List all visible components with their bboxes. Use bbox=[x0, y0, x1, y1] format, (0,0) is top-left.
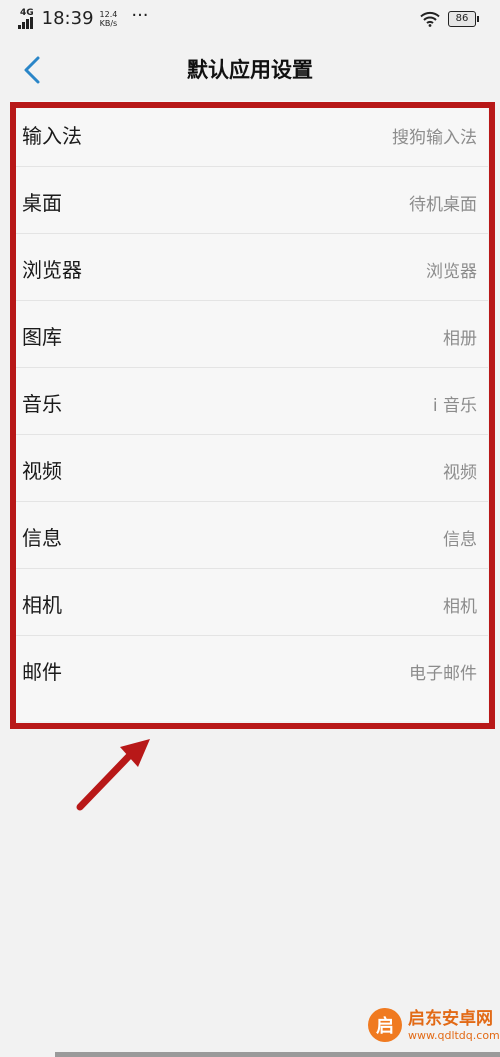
nav-bar: 默认应用设置 bbox=[0, 40, 500, 100]
speed-unit: KB/s bbox=[99, 18, 118, 28]
row-label: 视频 bbox=[22, 459, 62, 483]
row-value: 信息 bbox=[443, 530, 477, 550]
battery-icon: 86 bbox=[448, 11, 479, 27]
status-left: 4G 18:39 12.4 KB/s ··· bbox=[17, 4, 149, 29]
row-messages[interactable]: 信息 信息 bbox=[11, 503, 488, 569]
speed-value: 12.4 bbox=[99, 9, 118, 19]
page-title: 默认应用设置 bbox=[187, 58, 313, 82]
row-gallery[interactable]: 图库 相册 bbox=[11, 302, 488, 368]
network-speed: 12.4 KB/s bbox=[100, 10, 118, 28]
row-video[interactable]: 视频 视频 bbox=[11, 436, 488, 502]
row-value: 待机桌面 bbox=[409, 195, 477, 215]
row-label: 邮件 bbox=[22, 660, 62, 684]
watermark-text: 启东安卓网 www.qdltdq.com bbox=[408, 1009, 500, 1042]
row-browser[interactable]: 浏览器 浏览器 bbox=[11, 235, 488, 301]
bottom-strip bbox=[55, 1052, 500, 1057]
row-value: i 音乐 bbox=[432, 396, 477, 416]
watermark-name: 启东安卓网 bbox=[408, 1008, 493, 1029]
row-label: 图库 bbox=[22, 325, 62, 349]
row-label: 输入法 bbox=[22, 124, 82, 148]
clock: 18:39 bbox=[41, 8, 94, 29]
arrow-annotation-icon bbox=[76, 739, 150, 811]
wifi-icon bbox=[420, 11, 440, 27]
row-label: 桌面 bbox=[22, 191, 62, 215]
watermark: 启 启东安卓网 www.qdltdq.com bbox=[368, 1000, 500, 1050]
row-value: 电子邮件 bbox=[409, 664, 477, 684]
row-value: 浏览器 bbox=[426, 262, 477, 282]
status-bar: 4G 18:39 12.4 KB/s ··· 86 bbox=[0, 0, 500, 40]
signal-icon bbox=[17, 16, 34, 29]
row-label: 浏览器 bbox=[22, 258, 82, 282]
network-type: 4G bbox=[20, 8, 34, 18]
row-desktop[interactable]: 桌面 待机桌面 bbox=[11, 168, 488, 234]
row-value: 相册 bbox=[443, 329, 477, 349]
row-label: 相机 bbox=[22, 593, 62, 617]
status-right: 86 bbox=[420, 11, 479, 27]
watermark-logo: 启 bbox=[368, 1008, 402, 1042]
more-notifications-icon: ··· bbox=[131, 4, 149, 26]
row-camera[interactable]: 相机 相机 bbox=[11, 570, 488, 636]
row-value: 视频 bbox=[443, 463, 477, 483]
row-input-method[interactable]: 输入法 搜狗输入法 bbox=[11, 101, 488, 167]
row-value: 搜狗输入法 bbox=[392, 128, 477, 148]
row-value: 相机 bbox=[443, 597, 477, 617]
row-music[interactable]: 音乐 i 音乐 bbox=[11, 369, 488, 435]
row-label: 音乐 bbox=[22, 392, 62, 416]
row-email[interactable]: 邮件 电子邮件 bbox=[11, 637, 488, 703]
watermark-url: www.qdltdq.com bbox=[408, 1028, 500, 1042]
row-label: 信息 bbox=[22, 526, 62, 550]
default-apps-list: 输入法 搜狗输入法 桌面 待机桌面 浏览器 浏览器 图库 相册 音乐 i 音乐 … bbox=[11, 101, 488, 721]
